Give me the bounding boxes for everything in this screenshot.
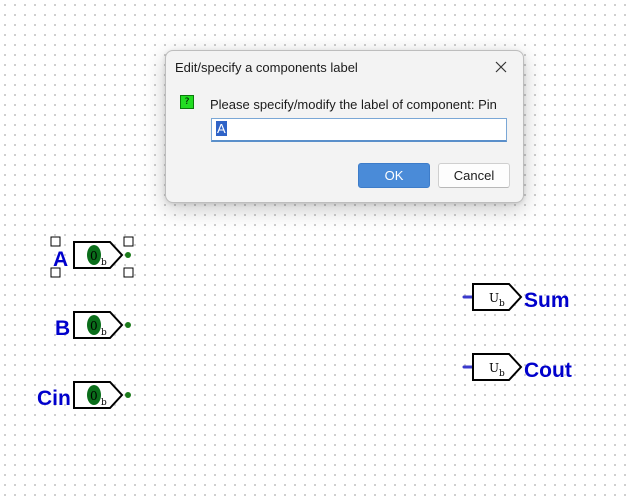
input-pin-a[interactable]: 0 b A: [50, 236, 134, 278]
pin-label: Sum: [524, 289, 570, 312]
label-dialog: Edit/specify a components label ? Please…: [165, 50, 524, 203]
dialog-title: Edit/specify a components label: [175, 60, 358, 75]
label-input-value: A: [216, 121, 227, 136]
output-pin-sum[interactable]: U b Sum: [462, 283, 570, 312]
ok-button[interactable]: OK: [358, 163, 430, 188]
label-input[interactable]: A: [211, 118, 507, 142]
pin-connector[interactable]: [125, 322, 131, 328]
pin-value-radix: b: [499, 369, 505, 379]
input-pin-b[interactable]: 0 b B: [55, 311, 131, 340]
pin-label: B: [55, 317, 70, 340]
close-icon: [495, 61, 507, 73]
pin-value: U: [489, 361, 499, 375]
pin-label: A: [53, 248, 68, 271]
pin-value: U: [489, 291, 499, 305]
pin-value-radix: b: [101, 398, 107, 408]
output-pin-cout[interactable]: U b Cout: [462, 353, 572, 382]
question-icon: ?: [180, 95, 194, 109]
cancel-button[interactable]: Cancel: [438, 163, 510, 188]
pin-value-radix: b: [101, 258, 107, 268]
pin-value-radix: b: [499, 299, 505, 309]
pin-connector[interactable]: [125, 252, 131, 258]
selection-handle[interactable]: [123, 236, 134, 247]
close-button[interactable]: [479, 51, 523, 83]
pin-value: 0: [90, 389, 98, 403]
dialog-prompt: Please specify/modify the label of compo…: [210, 97, 497, 112]
selection-handle[interactable]: [123, 267, 134, 278]
pin-connector[interactable]: [125, 392, 131, 398]
pin-label: Cout: [524, 359, 572, 382]
pin-label: Cin: [37, 387, 71, 410]
pin-value-radix: b: [101, 328, 107, 338]
selection-handle[interactable]: [50, 236, 61, 247]
pin-value: 0: [90, 319, 98, 333]
input-pin-cin[interactable]: 0 b Cin: [37, 381, 131, 410]
pin-value: 0: [90, 249, 98, 263]
